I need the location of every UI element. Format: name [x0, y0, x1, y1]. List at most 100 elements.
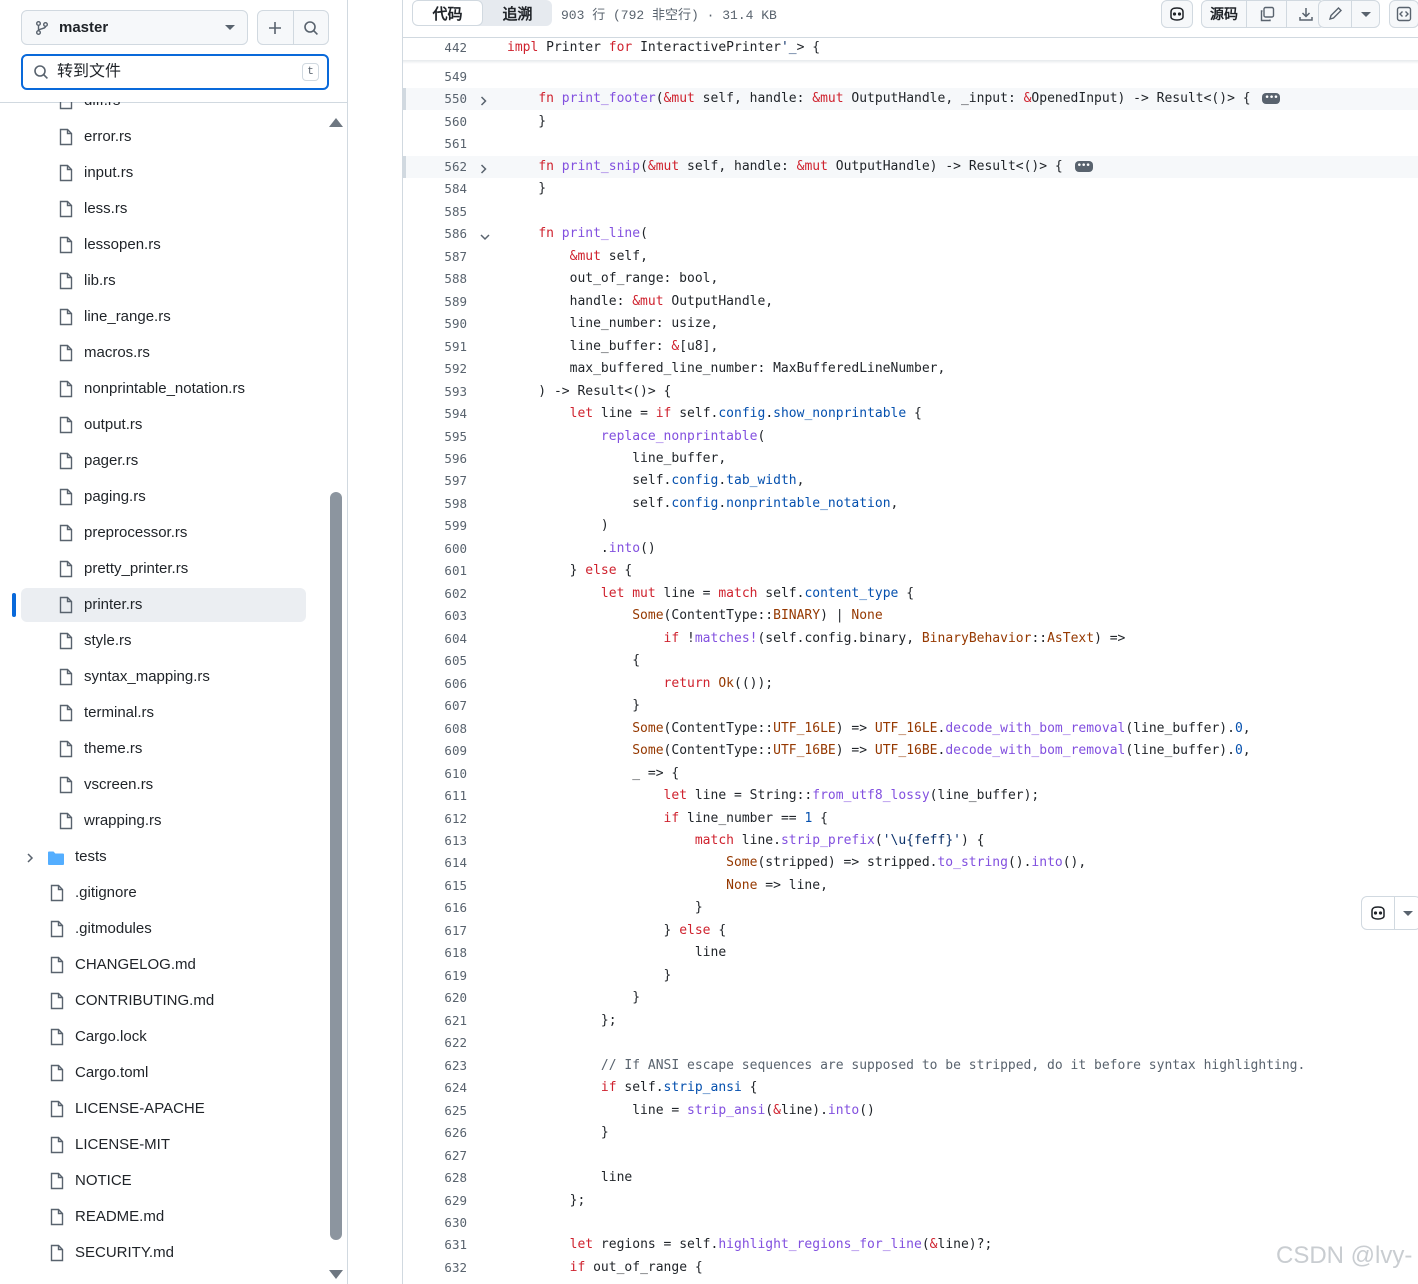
- line-number[interactable]: 621: [403, 1010, 467, 1032]
- line-number[interactable]: 600: [403, 538, 467, 560]
- line-number[interactable]: 628: [403, 1167, 467, 1189]
- line-number[interactable]: 584: [403, 178, 467, 200]
- line-number[interactable]: 585: [403, 201, 467, 223]
- tree-file-item[interactable]: CONTRIBUTING.md: [21, 984, 306, 1018]
- line-number[interactable]: 632: [403, 1257, 467, 1279]
- branch-selector-button[interactable]: master: [21, 10, 248, 45]
- tree-file-item[interactable]: output.rs: [21, 408, 306, 442]
- tree-file-item[interactable]: terminal.rs: [21, 696, 306, 730]
- line-number[interactable]: 618: [403, 942, 467, 964]
- line-number[interactable]: 619: [403, 965, 467, 987]
- tab-blame[interactable]: 追溯: [483, 0, 552, 26]
- tree-file-item[interactable]: CHANGELOG.md: [21, 948, 306, 982]
- line-number[interactable]: 605: [403, 650, 467, 672]
- chevron-right-icon[interactable]: [24, 851, 36, 868]
- go-to-file-input[interactable]: [57, 63, 302, 81]
- scroll-down-arrow-icon[interactable]: [329, 1270, 343, 1279]
- line-number[interactable]: 595: [403, 426, 467, 448]
- line-number[interactable]: 630: [403, 1212, 467, 1234]
- line-number[interactable]: 601: [403, 560, 467, 582]
- line-number[interactable]: 616: [403, 897, 467, 919]
- line-number[interactable]: 608: [403, 718, 467, 740]
- tree-file-item[interactable]: wrapping.rs: [21, 804, 306, 838]
- line-number[interactable]: 625: [403, 1100, 467, 1122]
- line-number[interactable]: 615: [403, 875, 467, 897]
- line-number[interactable]: 602: [403, 583, 467, 605]
- line-number[interactable]: 587: [403, 246, 467, 268]
- tree-file-item[interactable]: LICENSE-APACHE: [21, 1092, 306, 1126]
- line-number[interactable]: 620: [403, 987, 467, 1009]
- tree-folder-item[interactable]: tests: [21, 840, 306, 874]
- tree-file-item[interactable]: vscreen.rs: [21, 768, 306, 802]
- tree-file-item[interactable]: syntax_mapping.rs: [21, 660, 306, 694]
- copilot-chat-button[interactable]: [1362, 897, 1394, 929]
- line-number[interactable]: 593: [403, 381, 467, 403]
- line-number[interactable]: 626: [403, 1122, 467, 1144]
- line-number[interactable]: 588: [403, 268, 467, 290]
- tree-file-item[interactable]: Cargo.lock: [21, 1020, 306, 1054]
- line-number[interactable]: 586: [403, 223, 467, 245]
- copilot-button[interactable]: [1161, 0, 1193, 28]
- tree-file-item[interactable]: preprocessor.rs: [21, 516, 306, 550]
- tree-file-item[interactable]: LICENSE-MIT: [21, 1128, 306, 1162]
- line-number[interactable]: 609: [403, 740, 467, 762]
- line-number[interactable]: 592: [403, 358, 467, 380]
- line-number[interactable]: 597: [403, 470, 467, 492]
- line-number[interactable]: 613: [403, 830, 467, 852]
- copilot-menu-button[interactable]: [1394, 897, 1418, 929]
- line-number[interactable]: 612: [403, 808, 467, 830]
- scrollbar-thumb[interactable]: [330, 492, 342, 1240]
- line-number[interactable]: 589: [403, 291, 467, 313]
- tree-file-item[interactable]: nonprintable_notation.rs: [21, 372, 306, 406]
- tree-file-item[interactable]: style.rs: [21, 624, 306, 658]
- line-number[interactable]: 560: [403, 111, 467, 133]
- line-number[interactable]: 610: [403, 763, 467, 785]
- line-number[interactable]: 599: [403, 515, 467, 537]
- line-number[interactable]: 550: [403, 88, 467, 110]
- line-number[interactable]: 604: [403, 628, 467, 650]
- tree-file-item[interactable]: README.md: [21, 1200, 306, 1234]
- line-number[interactable]: 627: [403, 1145, 467, 1167]
- line-number[interactable]: 562: [403, 156, 467, 178]
- tree-file-item[interactable]: input.rs: [21, 156, 306, 190]
- tree-file-item[interactable]: lib.rs: [21, 264, 306, 298]
- tree-file-item[interactable]: macros.rs: [21, 336, 306, 370]
- edit-menu-button[interactable]: [1351, 1, 1379, 27]
- line-number[interactable]: 622: [403, 1032, 467, 1054]
- tab-code[interactable]: 代码: [412, 0, 483, 26]
- tree-file-item[interactable]: printer.rs: [21, 588, 306, 622]
- add-file-button[interactable]: [258, 11, 293, 44]
- search-code-button[interactable]: [292, 11, 329, 44]
- tree-file-item[interactable]: diff.rs: [21, 102, 306, 118]
- tree-file-item[interactable]: error.rs: [21, 120, 306, 154]
- line-number[interactable]: 614: [403, 852, 467, 874]
- tree-file-item[interactable]: lessopen.rs: [21, 228, 306, 262]
- tree-file-item[interactable]: .gitmodules: [21, 912, 306, 946]
- tree-file-item[interactable]: .gitignore: [21, 876, 306, 910]
- go-to-file-search[interactable]: t: [21, 54, 329, 90]
- copy-raw-button[interactable]: [1246, 1, 1286, 27]
- line-number[interactable]: 590: [403, 313, 467, 335]
- line-number[interactable]: 561: [403, 133, 467, 155]
- tree-file-item[interactable]: pager.rs: [21, 444, 306, 478]
- line-number[interactable]: 598: [403, 493, 467, 515]
- symbols-panel-button[interactable]: [1389, 0, 1418, 28]
- tree-file-item[interactable]: less.rs: [21, 192, 306, 226]
- scroll-up-arrow-icon[interactable]: [329, 118, 343, 127]
- tree-file-item[interactable]: pretty_printer.rs: [21, 552, 306, 586]
- line-number[interactable]: 611: [403, 785, 467, 807]
- line-number[interactable]: 603: [403, 605, 467, 627]
- raw-button[interactable]: 源码: [1202, 1, 1246, 27]
- tree-file-item[interactable]: Cargo.toml: [21, 1056, 306, 1090]
- line-number[interactable]: 549: [403, 66, 467, 88]
- tree-file-item[interactable]: NOTICE: [21, 1164, 306, 1198]
- line-number[interactable]: 594: [403, 403, 467, 425]
- line-number[interactable]: 442: [403, 37, 467, 59]
- line-number[interactable]: 631: [403, 1234, 467, 1256]
- tree-file-item[interactable]: paging.rs: [21, 480, 306, 514]
- line-number[interactable]: 591: [403, 336, 467, 358]
- line-number[interactable]: 624: [403, 1077, 467, 1099]
- tree-file-item[interactable]: line_range.rs: [21, 300, 306, 334]
- line-number[interactable]: 607: [403, 695, 467, 717]
- edit-file-button[interactable]: [1319, 1, 1351, 27]
